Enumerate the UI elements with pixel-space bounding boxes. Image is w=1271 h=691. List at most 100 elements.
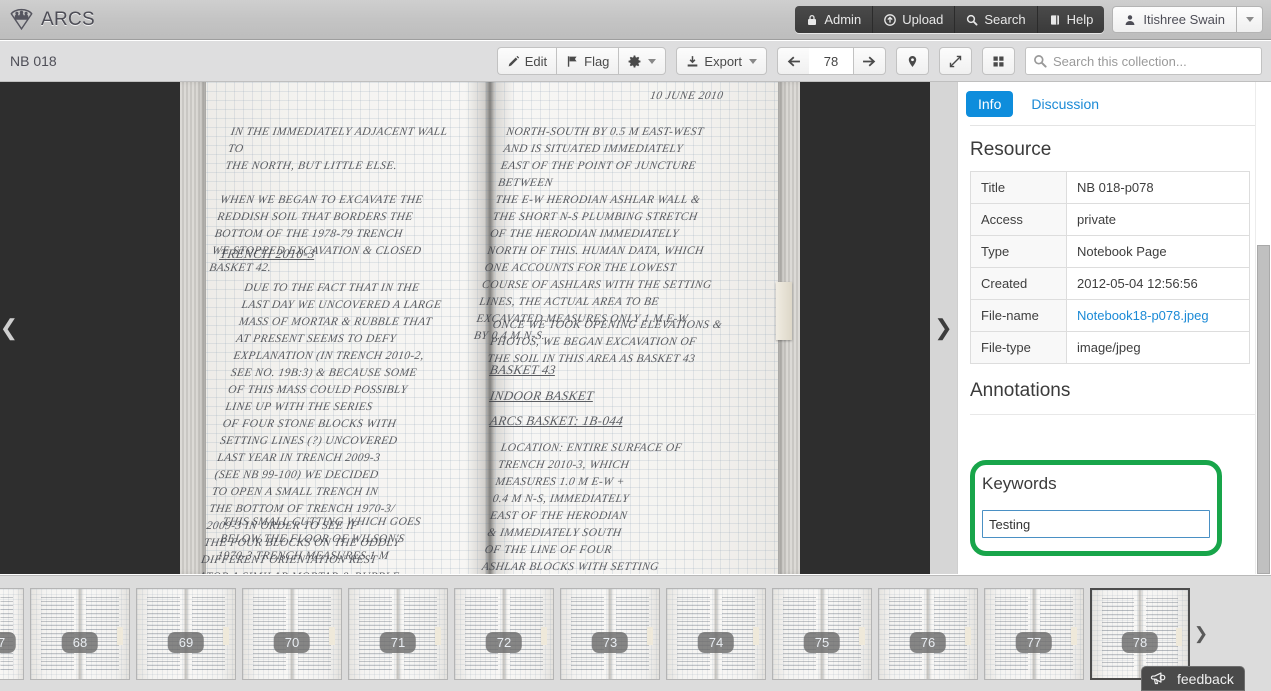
feedback-button[interactable]: feedback <box>1141 666 1245 691</box>
pencil-icon <box>507 55 520 68</box>
thumbnail-tab-marker <box>1176 627 1182 646</box>
thumbnail-tab-marker <box>1071 626 1077 645</box>
toolbar-actions: Edit Flag Export 78 Search this collecti… <box>496 47 1271 75</box>
caret-down-icon <box>1245 17 1254 22</box>
expand-diagonal-icon <box>949 55 962 68</box>
download-icon <box>686 55 699 68</box>
settings-button[interactable] <box>618 47 667 75</box>
page-thumbnail-strip[interactable]: 67 68 69 70 71 <box>0 575 1271 691</box>
list-item[interactable]: 73 <box>560 587 660 680</box>
nav-item-help-label: Help <box>1066 12 1094 27</box>
thumbnail-tab-marker <box>753 626 759 645</box>
viewer-prev-arrow[interactable]: ❮ <box>0 82 18 574</box>
tab-discussion[interactable]: Discussion <box>1019 91 1111 117</box>
page-number-input[interactable]: 78 <box>809 47 853 75</box>
thumbnail-page-number: 74 <box>697 631 735 653</box>
export-button[interactable]: Export <box>676 47 767 75</box>
table-row: File-name Notebook18-p078.jpeg <box>970 299 1250 332</box>
row-key: Access <box>970 203 1067 236</box>
caret-down-icon <box>749 58 757 64</box>
annotations-divider <box>970 414 1259 415</box>
row-key: Type <box>970 235 1067 268</box>
thumbnail-page-number: 73 <box>591 631 629 653</box>
table-row: Access private <box>970 203 1250 236</box>
thumbnail-page-number: 77 <box>1015 631 1053 653</box>
feedback-label: feedback <box>1177 670 1234 687</box>
details-sidebar: Info Discussion Resource Title NB 018-p0… <box>957 82 1271 574</box>
list-item[interactable]: 77 <box>984 587 1084 680</box>
row-value: NB 018-p078 <box>1077 180 1154 195</box>
notebook-page-image: IN THE IMMEDIATELY ADJACENT WALL TO THE … <box>180 82 800 574</box>
thumbnail-page-number: 67 <box>0 631 17 653</box>
location-button[interactable] <box>896 47 929 75</box>
thumbnail-tab-marker <box>223 626 229 645</box>
map-pin-icon <box>906 55 919 68</box>
brand[interactable]: ARCS <box>0 7 95 32</box>
megaphone-icon <box>1150 671 1169 686</box>
keywords-heading: Keywords <box>982 474 1057 493</box>
list-item[interactable]: 69 <box>136 587 236 680</box>
fullscreen-button[interactable] <box>939 47 972 75</box>
nav-item-admin-label: Admin <box>824 12 862 27</box>
thumbnail-tab-marker <box>329 626 335 645</box>
list-item[interactable]: 67 <box>0 587 24 680</box>
user-menu: Itishree Swain <box>1112 6 1263 33</box>
export-button-label: Export <box>704 53 742 69</box>
user-name: Itishree Swain <box>1143 12 1225 27</box>
flag-button[interactable]: Flag <box>556 47 619 75</box>
list-item[interactable]: 75 <box>772 587 872 680</box>
table-row: Created 2012-05-04 12:56:56 <box>970 267 1250 300</box>
people-shield-icon <box>9 7 34 32</box>
list-item[interactable]: 71 <box>348 587 448 680</box>
nav-item-help[interactable]: Help <box>1037 6 1105 33</box>
keywords-input[interactable] <box>982 510 1210 538</box>
chevron-right-icon: ❯ <box>1193 623 1209 643</box>
thumbnail-page-number: 72 <box>485 631 523 653</box>
page-navigation-group: 78 <box>777 47 886 75</box>
search-input[interactable] <box>1025 47 1262 75</box>
thumbnail-page-number: 78 <box>1121 631 1159 653</box>
list-item[interactable]: 72 <box>454 587 554 680</box>
sidebar-scrollbar-thumb[interactable] <box>1257 245 1270 574</box>
file-name-link[interactable]: Notebook18-p078.jpeg <box>1077 308 1209 323</box>
upload-circle-icon <box>884 13 897 26</box>
handwriting-right-date: 10 JUNE 2010 <box>649 90 725 102</box>
nav-item-search[interactable]: Search <box>955 6 1038 33</box>
list-item[interactable]: 70 <box>242 587 342 680</box>
gear-icon <box>628 55 641 68</box>
tab-info[interactable]: Info <box>966 91 1014 117</box>
user-button[interactable]: Itishree Swain <box>1112 6 1237 33</box>
list-item[interactable]: 74 <box>666 587 766 680</box>
grid-view-button[interactable] <box>982 47 1015 75</box>
prev-page-button[interactable] <box>777 47 809 75</box>
lock-icon <box>806 14 818 26</box>
next-page-button[interactable] <box>853 47 886 75</box>
nav-item-admin[interactable]: Admin <box>795 6 874 33</box>
nav-item-upload[interactable]: Upload <box>873 6 956 33</box>
user-menu-caret[interactable] <box>1237 6 1263 33</box>
handwriting-left-3: THIS SMALL CUTTING WHICH GOES BELOW THE … <box>216 516 422 562</box>
table-row: Title NB 018-p078 <box>970 171 1250 204</box>
page-tab-marker <box>776 282 792 340</box>
row-value: 2012-05-04 12:56:56 <box>1077 276 1198 291</box>
thumbnail-tab-marker <box>859 626 865 645</box>
grid-squares-icon <box>992 55 1005 68</box>
nav-item-search-label: Search <box>984 12 1026 27</box>
list-item[interactable]: 68 <box>30 587 130 680</box>
row-value: Notebook Page <box>1077 244 1167 259</box>
chevron-right-icon: ❯ <box>934 315 953 340</box>
image-viewer[interactable]: IN THE IMMEDIATELY ADJACENT WALL TO THE … <box>0 82 957 574</box>
brand-name: ARCS <box>41 8 95 30</box>
handwriting-right-arcsbasket: ARCS BASKET: 1B-044 <box>488 413 625 428</box>
thumbnail-tab-marker <box>647 626 653 645</box>
viewer-next-arrow[interactable]: ❯ <box>930 82 957 574</box>
sidebar-scrollbar-track[interactable] <box>1255 82 1271 574</box>
arrow-right-icon <box>863 55 876 68</box>
thumbnail-tab-marker <box>965 626 971 645</box>
filmstrip-next-arrow[interactable]: ❯ <box>1193 624 1209 644</box>
list-item[interactable]: 76 <box>878 587 978 680</box>
annotations-heading: Annotations <box>970 380 1071 401</box>
flag-button-label: Flag <box>584 53 610 69</box>
edit-button-label: Edit <box>524 53 548 69</box>
edit-button[interactable]: Edit <box>496 47 557 75</box>
